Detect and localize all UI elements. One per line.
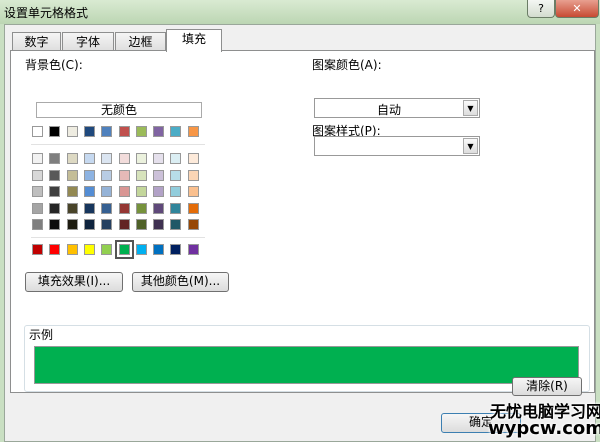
color-swatch[interactable] xyxy=(32,153,43,164)
more-colors-button[interactable]: 其他颜色(M)... xyxy=(132,272,229,292)
tab-font[interactable]: 字体 xyxy=(62,32,114,51)
tab-number[interactable]: 数字 xyxy=(12,32,61,51)
pattern-color-value: 自动 xyxy=(376,103,401,117)
color-swatch[interactable] xyxy=(49,153,61,164)
color-swatch[interactable] xyxy=(187,244,199,255)
color-swatch[interactable] xyxy=(101,244,113,255)
color-swatch[interactable] xyxy=(153,202,165,214)
color-swatch[interactable] xyxy=(32,126,43,137)
tab-fill[interactable]: 填充 xyxy=(166,29,222,52)
color-swatch[interactable] xyxy=(66,186,78,197)
dialog-body: 数字 字体 边框 填充 背景色(C): 无颜色 填充效果(I)... 其他颜色(… xyxy=(4,24,596,442)
color-swatch[interactable] xyxy=(32,244,43,255)
color-swatch[interactable] xyxy=(83,126,95,137)
color-swatch[interactable] xyxy=(66,202,78,214)
color-swatch[interactable] xyxy=(135,153,147,164)
color-swatch[interactable] xyxy=(101,186,113,197)
divider xyxy=(31,144,205,145)
color-swatch[interactable] xyxy=(187,126,199,137)
color-swatch[interactable] xyxy=(101,169,113,181)
color-swatch[interactable] xyxy=(187,202,199,214)
color-swatch[interactable] xyxy=(170,169,182,181)
color-swatch[interactable] xyxy=(83,202,95,214)
color-swatch[interactable] xyxy=(49,244,61,255)
pattern-style-dropdown[interactable]: ▼ xyxy=(314,136,480,156)
color-swatch[interactable] xyxy=(187,219,199,230)
color-swatch[interactable] xyxy=(83,169,95,181)
color-swatch[interactable] xyxy=(83,186,95,197)
color-swatch[interactable] xyxy=(135,126,147,137)
background-color-label: 背景色(C): xyxy=(25,58,83,72)
color-swatch[interactable] xyxy=(135,186,147,197)
color-swatch[interactable] xyxy=(118,186,130,197)
title-bar: 设置单元格格式 ? ✕ xyxy=(0,0,600,24)
color-swatch[interactable] xyxy=(135,244,147,255)
color-swatch[interactable] xyxy=(118,169,130,181)
color-swatch[interactable] xyxy=(135,202,147,214)
fill-panel: 背景色(C): 无颜色 填充效果(I)... 其他颜色(M)... 图案颜色(A… xyxy=(10,50,595,393)
color-swatch[interactable] xyxy=(83,153,95,164)
watermark-line2: wypcw.com xyxy=(488,418,600,439)
color-swatch[interactable] xyxy=(135,169,147,181)
color-swatch[interactable] xyxy=(170,219,182,230)
color-swatch[interactable] xyxy=(101,219,113,230)
close-button[interactable]: ✕ xyxy=(555,0,599,18)
color-swatch[interactable] xyxy=(83,244,95,255)
color-swatch[interactable] xyxy=(101,126,113,137)
color-swatch[interactable] xyxy=(49,186,61,197)
color-swatch[interactable] xyxy=(187,186,199,197)
color-swatch[interactable] xyxy=(170,244,182,255)
color-swatch[interactable] xyxy=(32,219,43,230)
color-swatch[interactable] xyxy=(66,244,78,255)
chevron-down-icon[interactable]: ▼ xyxy=(463,100,478,116)
color-swatch[interactable] xyxy=(66,219,78,230)
color-swatch[interactable] xyxy=(153,186,165,197)
clear-button[interactable]: 清除(R) xyxy=(512,377,582,396)
color-swatch[interactable] xyxy=(153,126,165,137)
color-swatch[interactable] xyxy=(153,219,165,230)
color-swatch[interactable] xyxy=(32,169,43,181)
color-swatch[interactable] xyxy=(49,219,61,230)
color-swatch[interactable] xyxy=(170,126,182,137)
pattern-color-label: 图案颜色(A): xyxy=(312,58,382,72)
help-button[interactable]: ? xyxy=(527,0,555,18)
color-swatch[interactable] xyxy=(153,153,165,164)
color-swatch[interactable] xyxy=(170,202,182,214)
color-swatch[interactable] xyxy=(32,202,43,214)
color-swatch[interactable] xyxy=(49,169,61,181)
color-swatch[interactable] xyxy=(135,219,147,230)
color-swatch[interactable] xyxy=(49,202,61,214)
color-swatch[interactable] xyxy=(66,169,78,181)
sample-preview xyxy=(34,346,579,384)
color-swatch[interactable] xyxy=(187,169,199,181)
color-swatch[interactable] xyxy=(114,240,134,259)
fill-effects-button[interactable]: 填充效果(I)... xyxy=(25,272,123,292)
no-color-button[interactable]: 无颜色 xyxy=(36,102,202,118)
color-swatch[interactable] xyxy=(153,169,165,181)
color-swatch[interactable] xyxy=(118,126,130,137)
pattern-color-dropdown[interactable]: 自动 ▼ xyxy=(314,98,480,118)
chevron-down-icon[interactable]: ▼ xyxy=(463,138,478,154)
tab-border[interactable]: 边框 xyxy=(115,32,166,51)
color-swatch[interactable] xyxy=(118,219,130,230)
color-swatch[interactable] xyxy=(101,153,113,164)
color-swatch[interactable] xyxy=(66,153,78,164)
color-swatch[interactable] xyxy=(101,202,113,214)
window-title: 设置单元格格式 xyxy=(4,6,89,20)
color-swatch[interactable] xyxy=(118,153,130,164)
color-swatch[interactable] xyxy=(66,126,78,137)
watermark: 无忧电脑学习网 wypcw.com xyxy=(488,403,600,439)
sample-group: 示例 xyxy=(24,325,590,392)
color-swatch[interactable] xyxy=(32,186,43,197)
divider xyxy=(31,237,205,238)
color-swatch[interactable] xyxy=(83,219,95,230)
color-swatch[interactable] xyxy=(170,186,182,197)
color-swatch[interactable] xyxy=(187,153,199,164)
color-swatch[interactable] xyxy=(170,153,182,164)
color-swatch[interactable] xyxy=(153,244,165,255)
sample-label: 示例 xyxy=(29,328,54,342)
color-swatch[interactable] xyxy=(49,126,61,137)
color-swatch[interactable] xyxy=(118,202,130,214)
